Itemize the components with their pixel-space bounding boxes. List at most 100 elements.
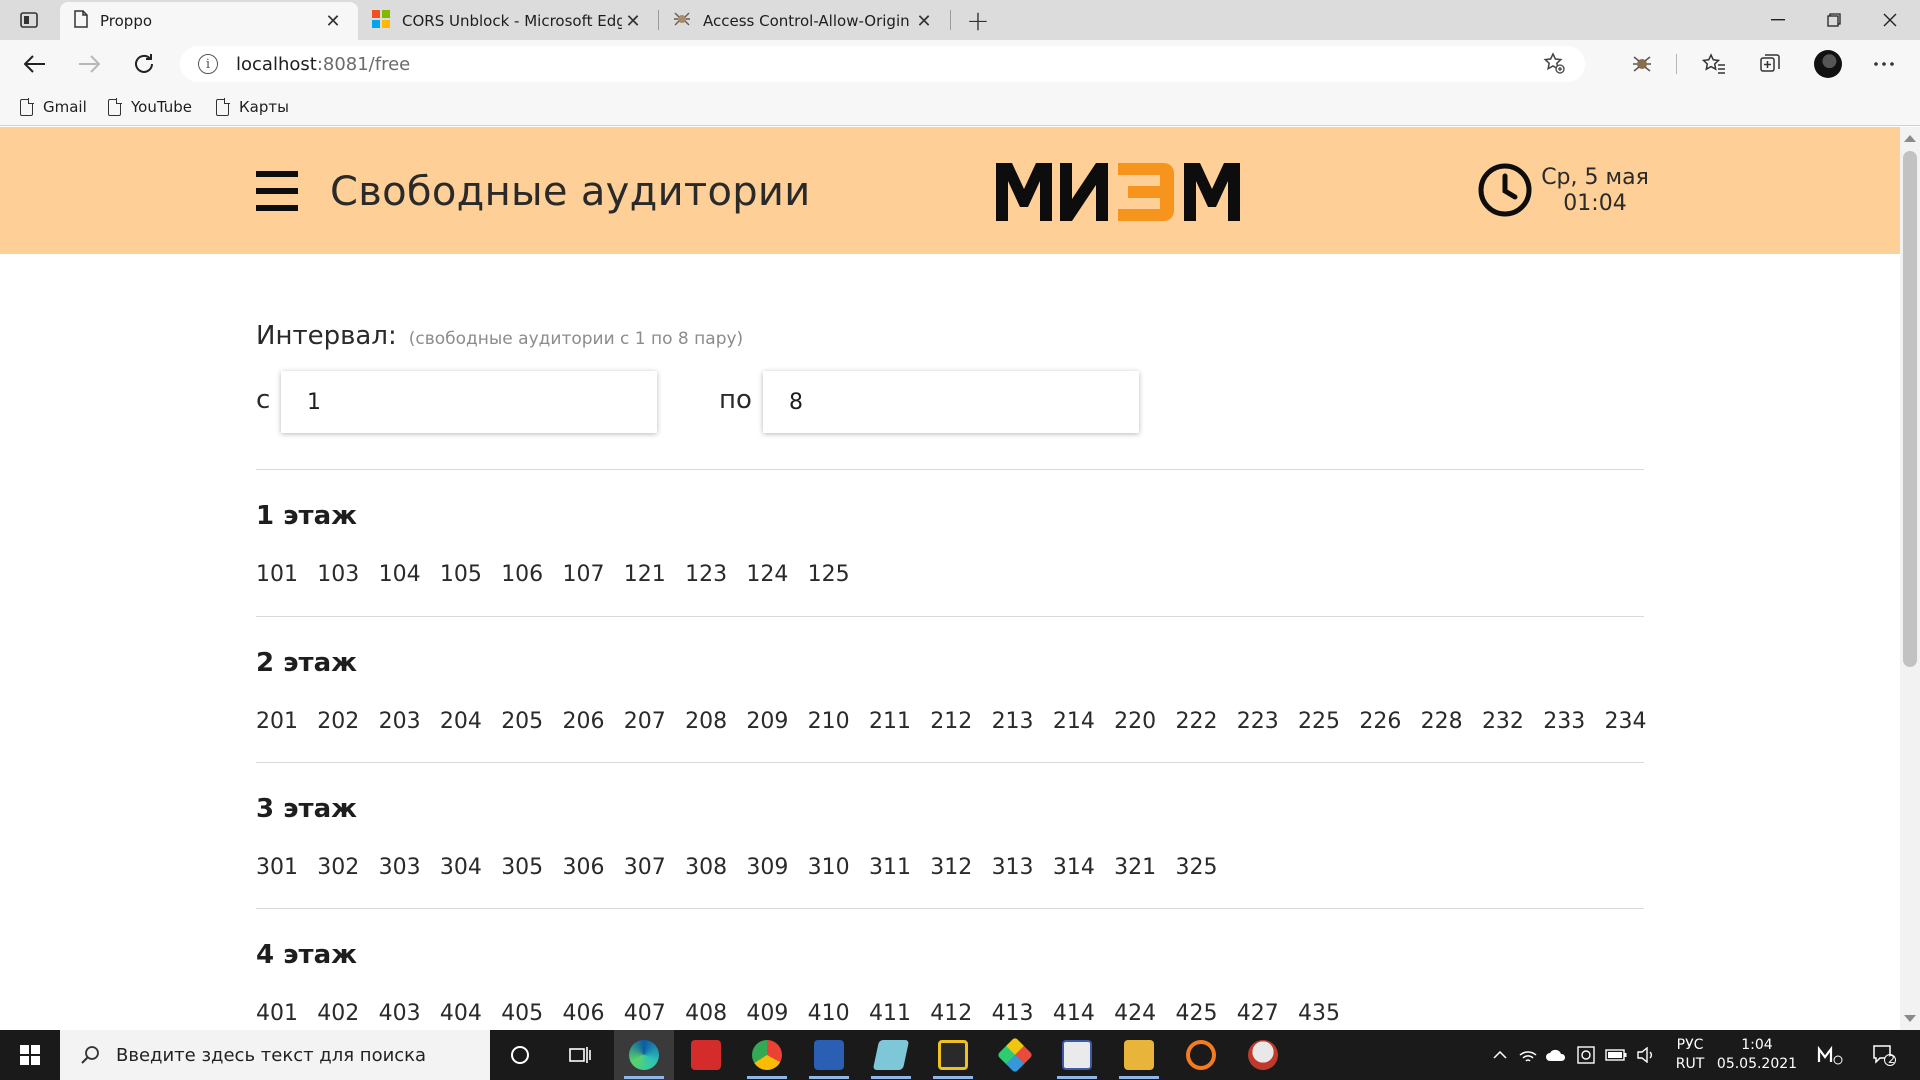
bookmark-maps[interactable]: Карты xyxy=(216,94,289,120)
room-number[interactable]: 211 xyxy=(869,709,930,734)
browser-app-icon[interactable] xyxy=(1186,1040,1216,1070)
from-pair-input[interactable] xyxy=(281,371,657,433)
paint-app-icon[interactable] xyxy=(1248,1040,1278,1070)
room-number[interactable]: 308 xyxy=(685,855,746,880)
room-number[interactable]: 201 xyxy=(256,709,317,734)
back-icon[interactable] xyxy=(16,46,54,82)
room-number[interactable]: 414 xyxy=(1053,1001,1114,1026)
room-number[interactable]: 301 xyxy=(256,855,317,880)
room-number[interactable]: 303 xyxy=(379,855,440,880)
room-number[interactable]: 403 xyxy=(379,1001,440,1026)
room-number[interactable]: 223 xyxy=(1237,709,1298,734)
editor-app-icon[interactable] xyxy=(1062,1040,1092,1070)
room-number[interactable]: 305 xyxy=(501,855,562,880)
forward-icon[interactable] xyxy=(70,46,108,82)
room-number[interactable]: 302 xyxy=(317,855,378,880)
room-number[interactable]: 204 xyxy=(440,709,501,734)
new-tab-button[interactable]: + xyxy=(962,4,994,37)
room-number[interactable]: 425 xyxy=(1175,1001,1236,1026)
room-number[interactable]: 106 xyxy=(501,562,562,587)
acrobat-app-icon[interactable] xyxy=(691,1040,721,1070)
room-number[interactable]: 213 xyxy=(992,709,1053,734)
room-number[interactable]: 435 xyxy=(1298,1001,1359,1026)
room-number[interactable]: 407 xyxy=(624,1001,685,1026)
room-number[interactable]: 402 xyxy=(317,1001,378,1026)
input-language-indicator[interactable]: РУС RUT xyxy=(1672,1036,1708,1074)
edge-app-icon[interactable] xyxy=(629,1040,659,1070)
system-clock[interactable]: 1:04 05.05.2021 xyxy=(1710,1036,1804,1074)
room-number[interactable]: 228 xyxy=(1421,709,1482,734)
room-number[interactable]: 222 xyxy=(1175,709,1236,734)
room-number[interactable]: 314 xyxy=(1053,855,1114,880)
room-number[interactable]: 212 xyxy=(930,709,991,734)
room-number[interactable]: 203 xyxy=(379,709,440,734)
collections-icon[interactable] xyxy=(1752,48,1788,80)
room-number[interactable]: 411 xyxy=(869,1001,930,1026)
room-number[interactable]: 206 xyxy=(562,709,623,734)
room-number[interactable]: 234 xyxy=(1605,709,1666,734)
room-number[interactable]: 103 xyxy=(317,562,378,587)
url-text[interactable]: localhost:8081/free xyxy=(236,54,410,75)
room-number[interactable]: 214 xyxy=(1053,709,1114,734)
room-number[interactable]: 312 xyxy=(930,855,991,880)
room-number[interactable]: 309 xyxy=(746,855,807,880)
cortana-icon[interactable] xyxy=(500,1037,540,1073)
extension-icon[interactable] xyxy=(1624,48,1660,80)
scroll-up-icon[interactable] xyxy=(1904,135,1916,142)
room-number[interactable]: 233 xyxy=(1543,709,1604,734)
room-number[interactable]: 307 xyxy=(624,855,685,880)
room-number[interactable]: 202 xyxy=(317,709,378,734)
page-scrollbar[interactable] xyxy=(1900,127,1920,1030)
bookmark-gmail[interactable]: Gmail xyxy=(20,94,87,120)
room-number[interactable]: 208 xyxy=(685,709,746,734)
file-explorer-icon[interactable] xyxy=(1124,1040,1154,1070)
tab-cors-unblock[interactable]: CORS Unblock - Microsoft Edge ✕ xyxy=(358,2,658,40)
room-number[interactable]: 220 xyxy=(1114,709,1175,734)
bookmark-youtube[interactable]: YouTube xyxy=(108,94,192,120)
volume-icon[interactable] xyxy=(1626,1037,1666,1073)
room-number[interactable]: 404 xyxy=(440,1001,501,1026)
tab-access-control[interactable]: Access Control-Allow-Origin - Ur ✕ xyxy=(659,2,949,40)
room-number[interactable]: 121 xyxy=(624,562,685,587)
room-number[interactable]: 207 xyxy=(624,709,685,734)
cad-app-icon[interactable] xyxy=(938,1040,968,1070)
tab-actions-icon[interactable] xyxy=(14,8,44,32)
notes-app-icon[interactable] xyxy=(872,1040,910,1070)
room-number[interactable]: 424 xyxy=(1114,1001,1175,1026)
room-number[interactable]: 101 xyxy=(256,562,317,587)
room-number[interactable]: 410 xyxy=(808,1001,869,1026)
room-number[interactable]: 409 xyxy=(746,1001,807,1026)
tab-proppo[interactable]: Proppo ✕ xyxy=(60,2,358,40)
room-number[interactable]: 304 xyxy=(440,855,501,880)
room-number[interactable]: 408 xyxy=(685,1001,746,1026)
room-number[interactable]: 210 xyxy=(808,709,869,734)
minimize-icon[interactable] xyxy=(1750,0,1806,40)
room-number[interactable]: 226 xyxy=(1359,709,1420,734)
room-number[interactable]: 401 xyxy=(256,1001,317,1026)
close-window-icon[interactable] xyxy=(1862,0,1918,40)
close-icon[interactable]: ✕ xyxy=(322,10,344,32)
miem-logo[interactable] xyxy=(990,157,1270,225)
scroll-down-icon[interactable] xyxy=(1904,1015,1916,1022)
refresh-icon[interactable] xyxy=(125,46,163,82)
room-number[interactable]: 205 xyxy=(501,709,562,734)
room-number[interactable]: 125 xyxy=(808,562,869,587)
profile-avatar[interactable] xyxy=(1814,50,1842,78)
favorites-icon[interactable] xyxy=(1696,48,1732,80)
room-number[interactable]: 321 xyxy=(1114,855,1175,880)
windows-start-icon[interactable] xyxy=(0,1030,60,1080)
room-number[interactable]: 105 xyxy=(440,562,501,587)
room-number[interactable]: 413 xyxy=(992,1001,1053,1026)
room-number[interactable]: 104 xyxy=(379,562,440,587)
room-number[interactable]: 306 xyxy=(562,855,623,880)
room-number[interactable]: 107 xyxy=(562,562,623,587)
room-number[interactable]: 310 xyxy=(808,855,869,880)
address-bar[interactable]: i localhost:8081/free xyxy=(180,46,1585,82)
room-number[interactable]: 225 xyxy=(1298,709,1359,734)
word-app-icon[interactable] xyxy=(814,1040,844,1070)
site-info-icon[interactable]: i xyxy=(198,54,218,74)
close-icon[interactable]: ✕ xyxy=(913,10,935,32)
room-number[interactable]: 311 xyxy=(869,855,930,880)
room-number[interactable]: 123 xyxy=(685,562,746,587)
room-number[interactable]: 124 xyxy=(746,562,807,587)
